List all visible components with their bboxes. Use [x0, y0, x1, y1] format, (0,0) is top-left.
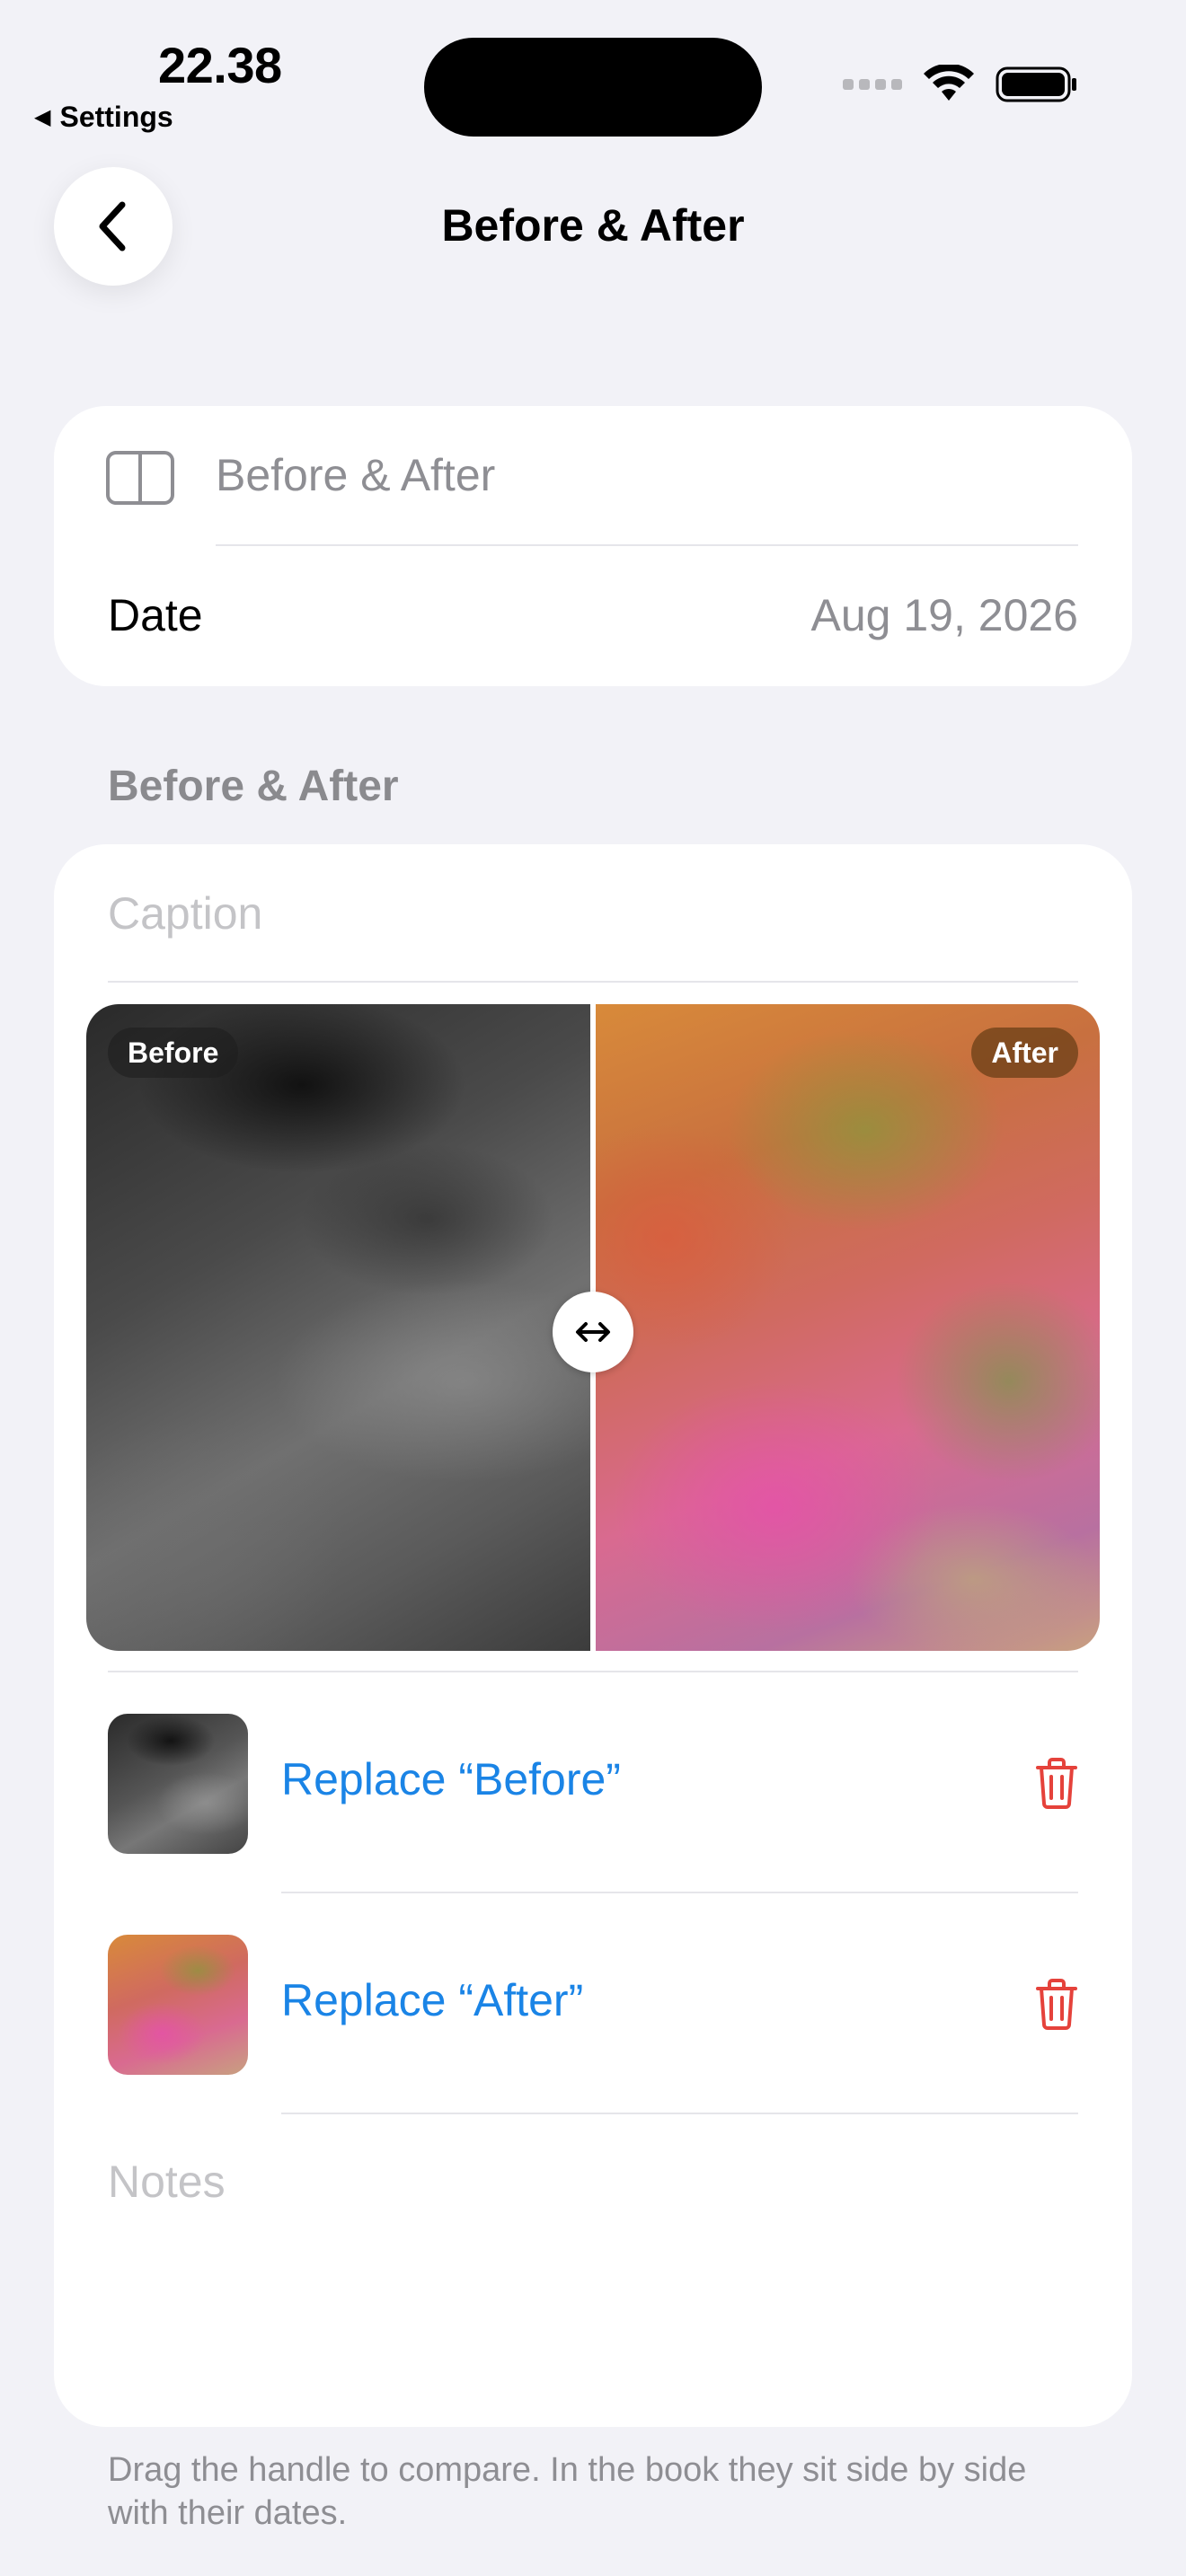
drag-handle[interactable] [553, 1292, 633, 1372]
dynamic-island [424, 38, 762, 137]
replace-after-row[interactable]: Replace “After” [54, 1893, 1132, 2114]
replace-before-row[interactable]: Replace “Before” [54, 1672, 1132, 1893]
wifi-icon [924, 65, 974, 101]
battery-icon [996, 66, 1076, 102]
after-thumbnail [108, 1935, 248, 2075]
section-header: Before & After [108, 763, 399, 810]
before-image [86, 1004, 590, 1651]
cellular-signal-icon [843, 79, 902, 90]
replace-after-button[interactable]: Replace “After” [281, 1974, 583, 2026]
separator [108, 981, 1078, 983]
title-row[interactable]: Before & After [54, 406, 1132, 546]
date-row[interactable]: Date Aug 19, 2026 [54, 546, 1132, 686]
date-label: Date [108, 590, 203, 640]
separator [281, 2113, 1078, 2114]
details-card: Before & After Date Aug 19, 2026 [54, 406, 1132, 686]
after-badge: After [971, 1028, 1078, 1078]
before-after-card: Caption Before After Replace “Before” Re… [54, 844, 1132, 2427]
split-layout-icon [106, 451, 174, 505]
back-app-label: Settings [59, 101, 173, 133]
screen: 22.38 ◀ Settings Before & After Before &… [0, 0, 1186, 2576]
caption-input[interactable]: Caption [108, 887, 262, 940]
before-badge: Before [108, 1028, 239, 1078]
back-to-settings-link[interactable]: ◀ Settings [34, 101, 173, 134]
page-title: Before & After [441, 200, 745, 251]
back-triangle-icon: ◀ [34, 105, 51, 129]
date-value[interactable]: Aug 19, 2026 [811, 589, 1079, 641]
title-input[interactable]: Before & After [216, 449, 495, 501]
notes-input[interactable]: Notes [108, 2156, 226, 2208]
comparison-slider[interactable]: Before After [86, 1004, 1100, 1651]
trash-icon[interactable] [1035, 1757, 1078, 1809]
replace-before-button[interactable]: Replace “Before” [281, 1753, 621, 1805]
footer-hint: Drag the handle to compare. In the book … [108, 2451, 1027, 2532]
status-time: 22.38 [158, 37, 282, 93]
status-indicators [843, 65, 1078, 104]
before-thumbnail [108, 1714, 248, 1854]
after-image [596, 1004, 1100, 1651]
left-right-arrow-icon [576, 1322, 610, 1342]
trash-icon[interactable] [1035, 1978, 1078, 2030]
